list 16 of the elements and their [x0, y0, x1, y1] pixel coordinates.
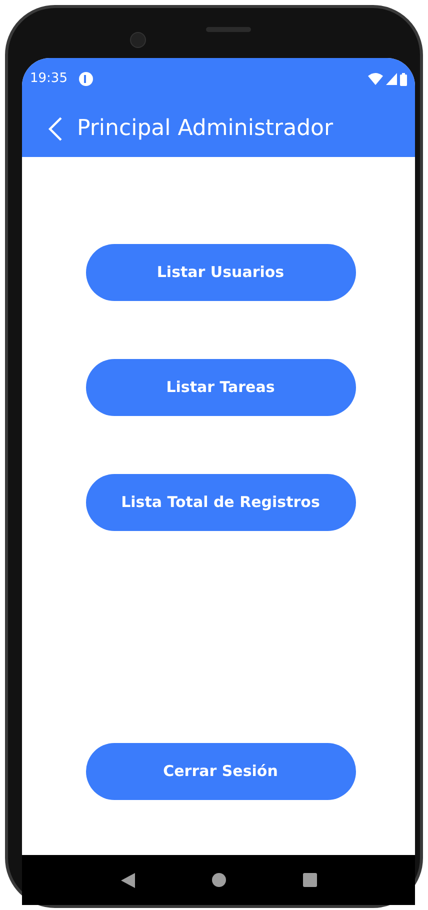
- screen-title: Principal Administrador: [77, 115, 334, 143]
- notification-icon: [79, 72, 94, 86]
- signal-icon: [386, 73, 397, 85]
- status-time: 19:35: [30, 70, 68, 88]
- camera-icon: [130, 32, 146, 48]
- menu-button[interactable]: Listar Usuarios: [86, 244, 356, 301]
- logout-button[interactable]: Cerrar Sesión: [86, 743, 356, 800]
- battery-icon: [400, 72, 407, 86]
- back-icon[interactable]: [47, 116, 63, 142]
- recents-nav-icon[interactable]: [302, 873, 316, 887]
- menu-button[interactable]: Listar Tareas: [86, 359, 356, 416]
- back-nav-icon[interactable]: [120, 872, 134, 888]
- menu-button[interactable]: Lista Total de Registros: [86, 474, 356, 531]
- speaker-grille: [206, 26, 251, 32]
- home-nav-icon[interactable]: [212, 873, 226, 887]
- wifi-icon: [368, 73, 383, 85]
